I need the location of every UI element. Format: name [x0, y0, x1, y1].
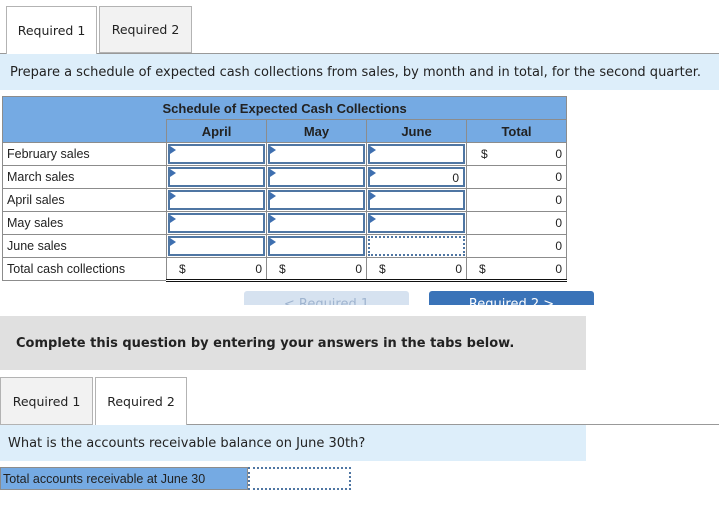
total-total: $0: [466, 257, 567, 282]
total-june: $0: [366, 257, 467, 282]
april-total: 0: [466, 188, 567, 212]
february-april-input[interactable]: [168, 144, 265, 164]
june-april-input[interactable]: [168, 236, 265, 256]
table-row: April sales 0: [2, 188, 567, 212]
instruction-text: Prepare a schedule of expected cash coll…: [0, 54, 719, 90]
column-header-june: June: [366, 119, 467, 143]
next-required-button[interactable]: Required 2 >: [429, 291, 594, 305]
row-label: March sales: [2, 165, 167, 189]
schedule-title: Schedule of Expected Cash Collections: [163, 96, 567, 120]
june-june-input[interactable]: [368, 236, 465, 256]
tab-required-2-bottom[interactable]: Required 2: [95, 377, 187, 425]
may-may-input[interactable]: [268, 213, 365, 233]
prev-required-button[interactable]: < Required 1: [244, 291, 409, 305]
tab-label: Required 1: [12, 393, 81, 409]
row-label: April sales: [2, 188, 167, 212]
row-label: May sales: [2, 211, 167, 235]
header-blank: [2, 119, 167, 143]
column-header-april: April: [166, 119, 267, 143]
march-may-input[interactable]: [268, 167, 365, 187]
total-april: $0: [166, 257, 267, 282]
june-may-input[interactable]: [268, 236, 365, 256]
tab-required-1[interactable]: Required 1: [6, 6, 97, 54]
row-label: June sales: [2, 234, 167, 258]
total-row: Total cash collections $0 $0 $0 $0: [2, 257, 567, 282]
tab-required-2[interactable]: Required 2: [99, 6, 192, 53]
february-june-input[interactable]: [368, 144, 465, 164]
total-may: $0: [266, 257, 367, 282]
column-header-total: Total: [466, 119, 567, 143]
february-total: $0: [466, 142, 567, 166]
table-row: March sales 0 0: [2, 165, 567, 189]
notice-banner: Complete this question by entering your …: [0, 316, 586, 370]
may-june-input[interactable]: [368, 213, 465, 233]
march-total: 0: [466, 165, 567, 189]
column-header-may: May: [266, 119, 367, 143]
row-label: February sales: [2, 142, 167, 166]
april-june-input[interactable]: [368, 190, 465, 210]
march-april-input[interactable]: [168, 167, 265, 187]
cash-collections-schedule: Schedule of Expected Cash Collections Ap…: [2, 96, 567, 282]
april-may-input[interactable]: [268, 190, 365, 210]
tab-label: Required 2: [111, 22, 180, 37]
june-total: 0: [466, 234, 567, 258]
february-may-input[interactable]: [268, 144, 365, 164]
ar-balance-input[interactable]: [248, 467, 351, 490]
header-blank: [2, 96, 167, 120]
table-row: February sales $0: [2, 142, 567, 166]
april-april-input[interactable]: [168, 190, 265, 210]
table-row: May sales 0: [2, 211, 567, 235]
row-label: Total cash collections: [2, 257, 167, 281]
may-april-input[interactable]: [168, 213, 265, 233]
ar-label: Total accounts receivable at June 30: [0, 467, 248, 490]
may-total: 0: [466, 211, 567, 235]
table-row: June sales 0: [2, 234, 567, 258]
march-june-input[interactable]: 0: [368, 167, 465, 187]
tab-label: Required 1: [17, 23, 86, 38]
tab-required-1-bottom[interactable]: Required 1: [0, 377, 93, 425]
question-text: What is the accounts receivable balance …: [0, 425, 586, 461]
tab-label: Required 2: [107, 394, 175, 409]
